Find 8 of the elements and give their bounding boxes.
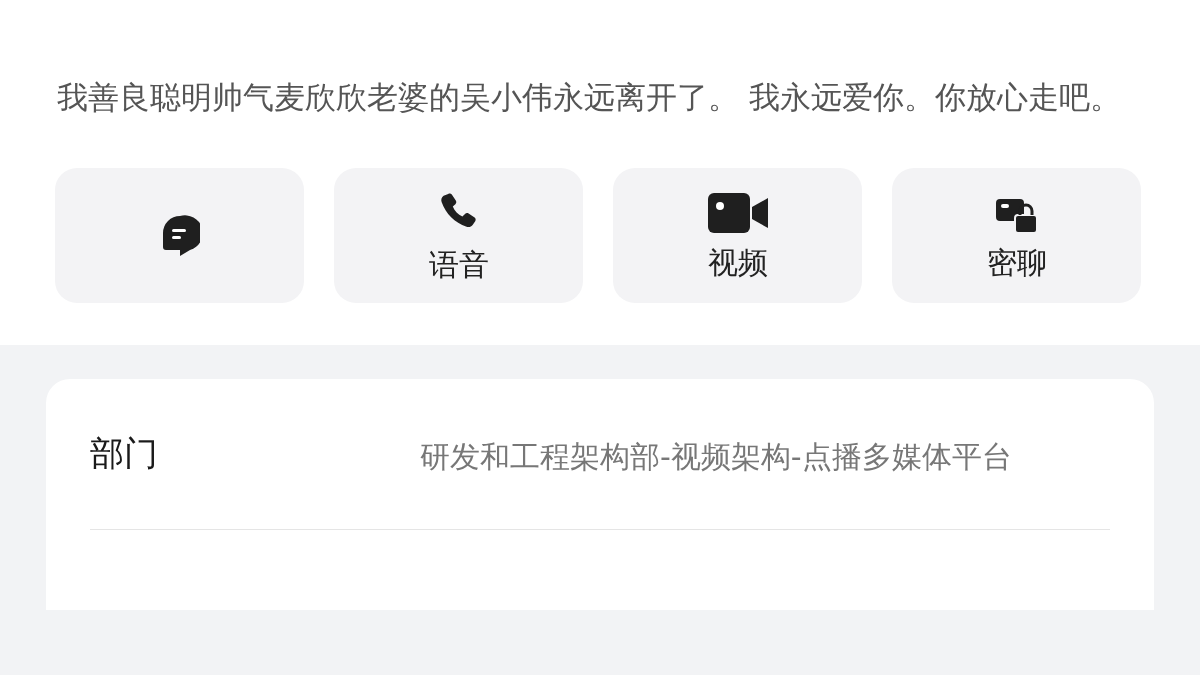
video-camera-icon: [706, 190, 769, 235]
field-label: 部门: [90, 432, 159, 475]
action-button[interactable]: 语音: [334, 168, 583, 303]
bio-text: 我善良聪明帅气麦欣欣老婆的吴小伟永远离开了。 我永远爱你。你放心走吧。: [57, 78, 1122, 117]
message-button[interactable]: [55, 168, 304, 303]
field-value: 研发和工程架构部-视频架构-点播多媒体平台: [420, 438, 1013, 476]
action-button[interactable]: 密聊: [892, 168, 1141, 303]
action-button[interactable]: 视频: [613, 168, 862, 303]
